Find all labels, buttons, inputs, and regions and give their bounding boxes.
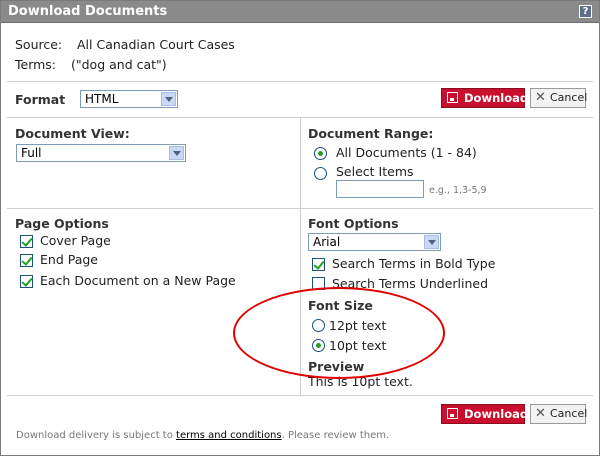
dialog-titlebar: Download Documents ? xyxy=(1,1,599,23)
disk-icon xyxy=(447,92,458,103)
close-icon: ✕ xyxy=(535,90,546,105)
terms-value: ("dog and cat") xyxy=(71,57,167,72)
select-items-label: Select Items xyxy=(336,164,414,179)
cancel-button-top[interactable]: ✕ Cancel xyxy=(530,88,588,108)
divider xyxy=(7,395,593,396)
footer-suffix: . Please review them. xyxy=(281,430,390,441)
document-view-label: Document View: xyxy=(15,126,130,141)
document-view-selected-value: Full xyxy=(21,146,42,160)
chevron-down-icon xyxy=(424,235,439,249)
format-select[interactable]: HTML xyxy=(80,90,178,108)
font-options-label: Font Options xyxy=(308,216,399,231)
divider xyxy=(7,208,593,209)
select-items-hint: e.g., 1,3-5,9 xyxy=(429,185,487,196)
footer-note: Download delivery is subject to terms an… xyxy=(16,430,389,441)
download-button-bottom[interactable]: Download xyxy=(441,404,529,424)
page-options-label: Page Options xyxy=(15,216,109,231)
document-view-select[interactable]: Full xyxy=(16,144,186,162)
download-button-label: Download xyxy=(464,407,529,421)
new-page-label: Each Document on a New Page xyxy=(40,273,236,288)
annotation-circle xyxy=(233,287,445,379)
bold-terms-checkbox[interactable] xyxy=(312,258,325,271)
cover-page-checkbox[interactable] xyxy=(20,235,33,248)
new-page-checkbox[interactable] xyxy=(20,275,33,288)
help-icon[interactable]: ? xyxy=(579,5,592,18)
terms-and-conditions-link[interactable]: terms and conditions xyxy=(176,430,282,441)
cancel-button-bottom[interactable]: ✕ Cancel xyxy=(530,404,588,424)
source-label: Source: xyxy=(15,37,63,52)
font-select[interactable]: Arial xyxy=(308,233,441,251)
download-documents-dialog: Download Documents ? Source: All Canadia… xyxy=(0,0,600,456)
select-items-radio[interactable] xyxy=(314,167,327,180)
chevron-down-icon xyxy=(169,146,184,160)
font-selected-value: Arial xyxy=(313,235,341,249)
all-documents-label: All Documents (1 - 84) xyxy=(336,145,477,160)
end-page-checkbox[interactable] xyxy=(20,254,33,267)
download-button-top[interactable]: Download xyxy=(441,88,529,108)
chevron-down-icon xyxy=(161,92,176,106)
format-label: Format xyxy=(15,92,66,107)
source-value: All Canadian Court Cases xyxy=(77,37,235,52)
bold-terms-label: Search Terms in Bold Type xyxy=(332,256,496,271)
dialog-title: Download Documents xyxy=(8,4,168,19)
footer-prefix: Download delivery is subject to xyxy=(16,430,177,441)
terms-label: Terms: xyxy=(15,57,57,72)
format-selected-value: HTML xyxy=(85,92,119,106)
disk-icon xyxy=(447,408,458,419)
select-items-input[interactable] xyxy=(336,180,424,198)
cancel-button-label: Cancel xyxy=(550,407,588,420)
download-button-label: Download xyxy=(464,91,529,105)
all-documents-radio[interactable] xyxy=(314,147,327,160)
cover-page-label: Cover Page xyxy=(40,233,111,248)
end-page-label: End Page xyxy=(40,252,98,267)
close-icon: ✕ xyxy=(535,406,546,421)
document-range-label: Document Range: xyxy=(308,126,434,141)
cancel-button-label: Cancel xyxy=(550,91,588,104)
divider xyxy=(7,81,593,82)
